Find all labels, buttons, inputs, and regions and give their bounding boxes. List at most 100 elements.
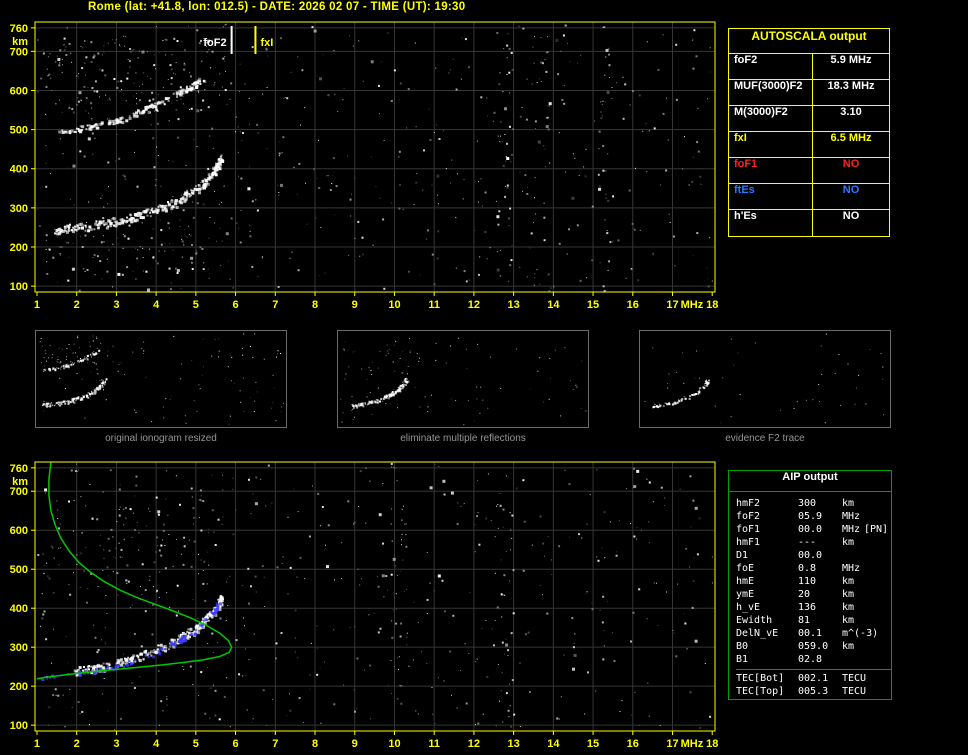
aip-row-ymE: ymE 20 km: [736, 588, 891, 601]
x-tick-label: 7: [272, 738, 278, 750]
x-tick-label: 16: [627, 299, 639, 311]
param-value: 0.8: [798, 563, 817, 574]
noise-speckle: [644, 333, 884, 424]
param-value: NO: [842, 184, 860, 196]
noise-speckle: [37, 23, 713, 292]
x-tick-label: 3: [113, 299, 119, 311]
x-tick-label: 18: [706, 299, 718, 311]
aip-output-table: AIP output hmF2 300 km foF2 05.9 MHz foF1 00.…: [728, 470, 892, 700]
aip-row-h_vE: h_vE 136 km: [736, 601, 891, 614]
param-unit: km: [842, 589, 855, 600]
plot-frame: [34, 21, 716, 293]
autoscala-row-MUF3000F2: MUF(3000)F2 18.3 MHz: [729, 80, 889, 106]
y-tick-label: 760: [10, 23, 28, 35]
y-tick-label: 700: [10, 46, 28, 58]
param-label: foF2: [736, 511, 761, 522]
param-extra: [864, 510, 891, 523]
param-unit: m^(-3): [842, 628, 879, 639]
autoscala-row-ftEs: ftEs NO: [729, 184, 889, 210]
y-tick-label: 700: [10, 486, 28, 498]
param-extra: [864, 588, 891, 601]
aip-table-rows: hmF2 300 km foF2 05.9 MHz foF1 00.0 MHz [PN] hm…: [729, 492, 891, 698]
param-label: foF2: [729, 54, 813, 79]
x-tick-label: 18: [706, 738, 718, 750]
noise-speckle: [39, 333, 284, 425]
param-value: 05.9: [798, 511, 823, 522]
y-tick-label: 300: [10, 203, 28, 215]
x-tick-label: 6: [233, 299, 239, 311]
param-label: foF1: [736, 524, 761, 535]
y-tick-label: 300: [10, 642, 28, 654]
aip-row-foF2: foF2 05.9 MHz: [736, 510, 891, 523]
autoscala-row-foF1: foF1 NO: [729, 158, 889, 184]
aip-row-foF1: foF1 00.0 MHz [PN]: [736, 523, 891, 536]
y-tick-label: 200: [10, 242, 28, 254]
x-tick-label: 4: [153, 738, 160, 750]
autoscala-row-M3000F2: M(3000)F2 3.10: [729, 106, 889, 132]
param-value: 136: [798, 602, 817, 613]
autoscaled-trace-points: [41, 602, 222, 681]
aip-row-Ewidth: Ewidth 81 km: [736, 614, 891, 627]
y-tick-label: 600: [10, 85, 28, 97]
x-tick-label: 17: [666, 738, 678, 750]
param-extra: [864, 549, 891, 562]
param-label: TEC[Top]: [736, 686, 785, 697]
f2-trace-first-hop: [73, 595, 224, 677]
param-extra: [864, 640, 891, 653]
param-unit: km: [842, 615, 855, 626]
param-unit: [842, 653, 864, 666]
x-tick-label: 15: [587, 738, 599, 750]
aip-row-D1: D1 00.0: [736, 549, 891, 562]
tec-divider: [736, 669, 891, 670]
x-tick-label: 5: [193, 738, 199, 750]
y-tick-label: 760: [10, 463, 28, 475]
param-value: 3.10: [840, 106, 862, 118]
param-extra: [PN]: [864, 524, 889, 535]
y-tick-label: 600: [10, 525, 28, 537]
param-extra: [864, 627, 891, 640]
x-axis-unit-label: MHz: [681, 738, 704, 750]
x-tick-label: 1: [34, 738, 40, 750]
x-tick-label: 10: [388, 299, 400, 311]
x-tick-label: 11: [428, 738, 440, 750]
x-tick-label: 5: [193, 299, 199, 311]
param-extra: [864, 653, 891, 666]
param-label: MUF(3000)F2: [729, 80, 813, 105]
param-unit: km: [842, 537, 855, 548]
autoscala-row-hEs: h'Es NO: [729, 210, 889, 236]
grid-lines: [35, 22, 715, 292]
noise-speckle: [37, 462, 713, 732]
x-tick-label: 12: [468, 299, 480, 311]
aip-row-TEC-top: TEC[Top] 005.3 TECU: [736, 685, 891, 698]
param-value: 005.3: [798, 686, 829, 697]
x-tick-label: 13: [507, 738, 519, 750]
f2-trace-second-hop: [58, 77, 207, 135]
autoscala-screen: Rome (lat: +41.8, lon: 012.5) - DATE: 20…: [0, 0, 968, 755]
param-unit: km: [842, 498, 855, 509]
f2-trace-first-hop: [54, 154, 225, 236]
param-label: hmE: [736, 576, 755, 587]
param-label: ftEs: [729, 184, 813, 209]
plot-frame: [639, 330, 891, 428]
x-tick-label: 14: [547, 738, 560, 750]
x-tick-label: 10: [388, 738, 400, 750]
param-label: B1: [736, 654, 749, 665]
thumbnail-eliminate-reflections: [337, 330, 589, 428]
thumbnail-original-ionogram: [35, 330, 287, 428]
param-label: hmF2: [736, 498, 761, 509]
param-extra: [864, 562, 891, 575]
x-tick-label: 15: [587, 299, 599, 311]
y-tick-label: 400: [10, 164, 28, 176]
x-tick-label: 9: [352, 299, 358, 311]
page-title: Rome (lat: +41.8, lon: 012.5) - DATE: 20…: [88, 1, 466, 13]
f2-trace-second-hop: [43, 349, 101, 373]
grid-lines: [35, 462, 715, 731]
param-label: DelN_vE: [736, 628, 779, 639]
aip-row-foE: foE 0.8 MHz: [736, 562, 891, 575]
param-value: 002.1: [798, 673, 829, 684]
param-extra: [864, 536, 891, 549]
x-tick-label: 8: [312, 738, 318, 750]
param-label: M(3000)F2: [729, 106, 813, 131]
x-tick-label: 2: [74, 738, 80, 750]
y-tick-label: 200: [10, 681, 28, 693]
